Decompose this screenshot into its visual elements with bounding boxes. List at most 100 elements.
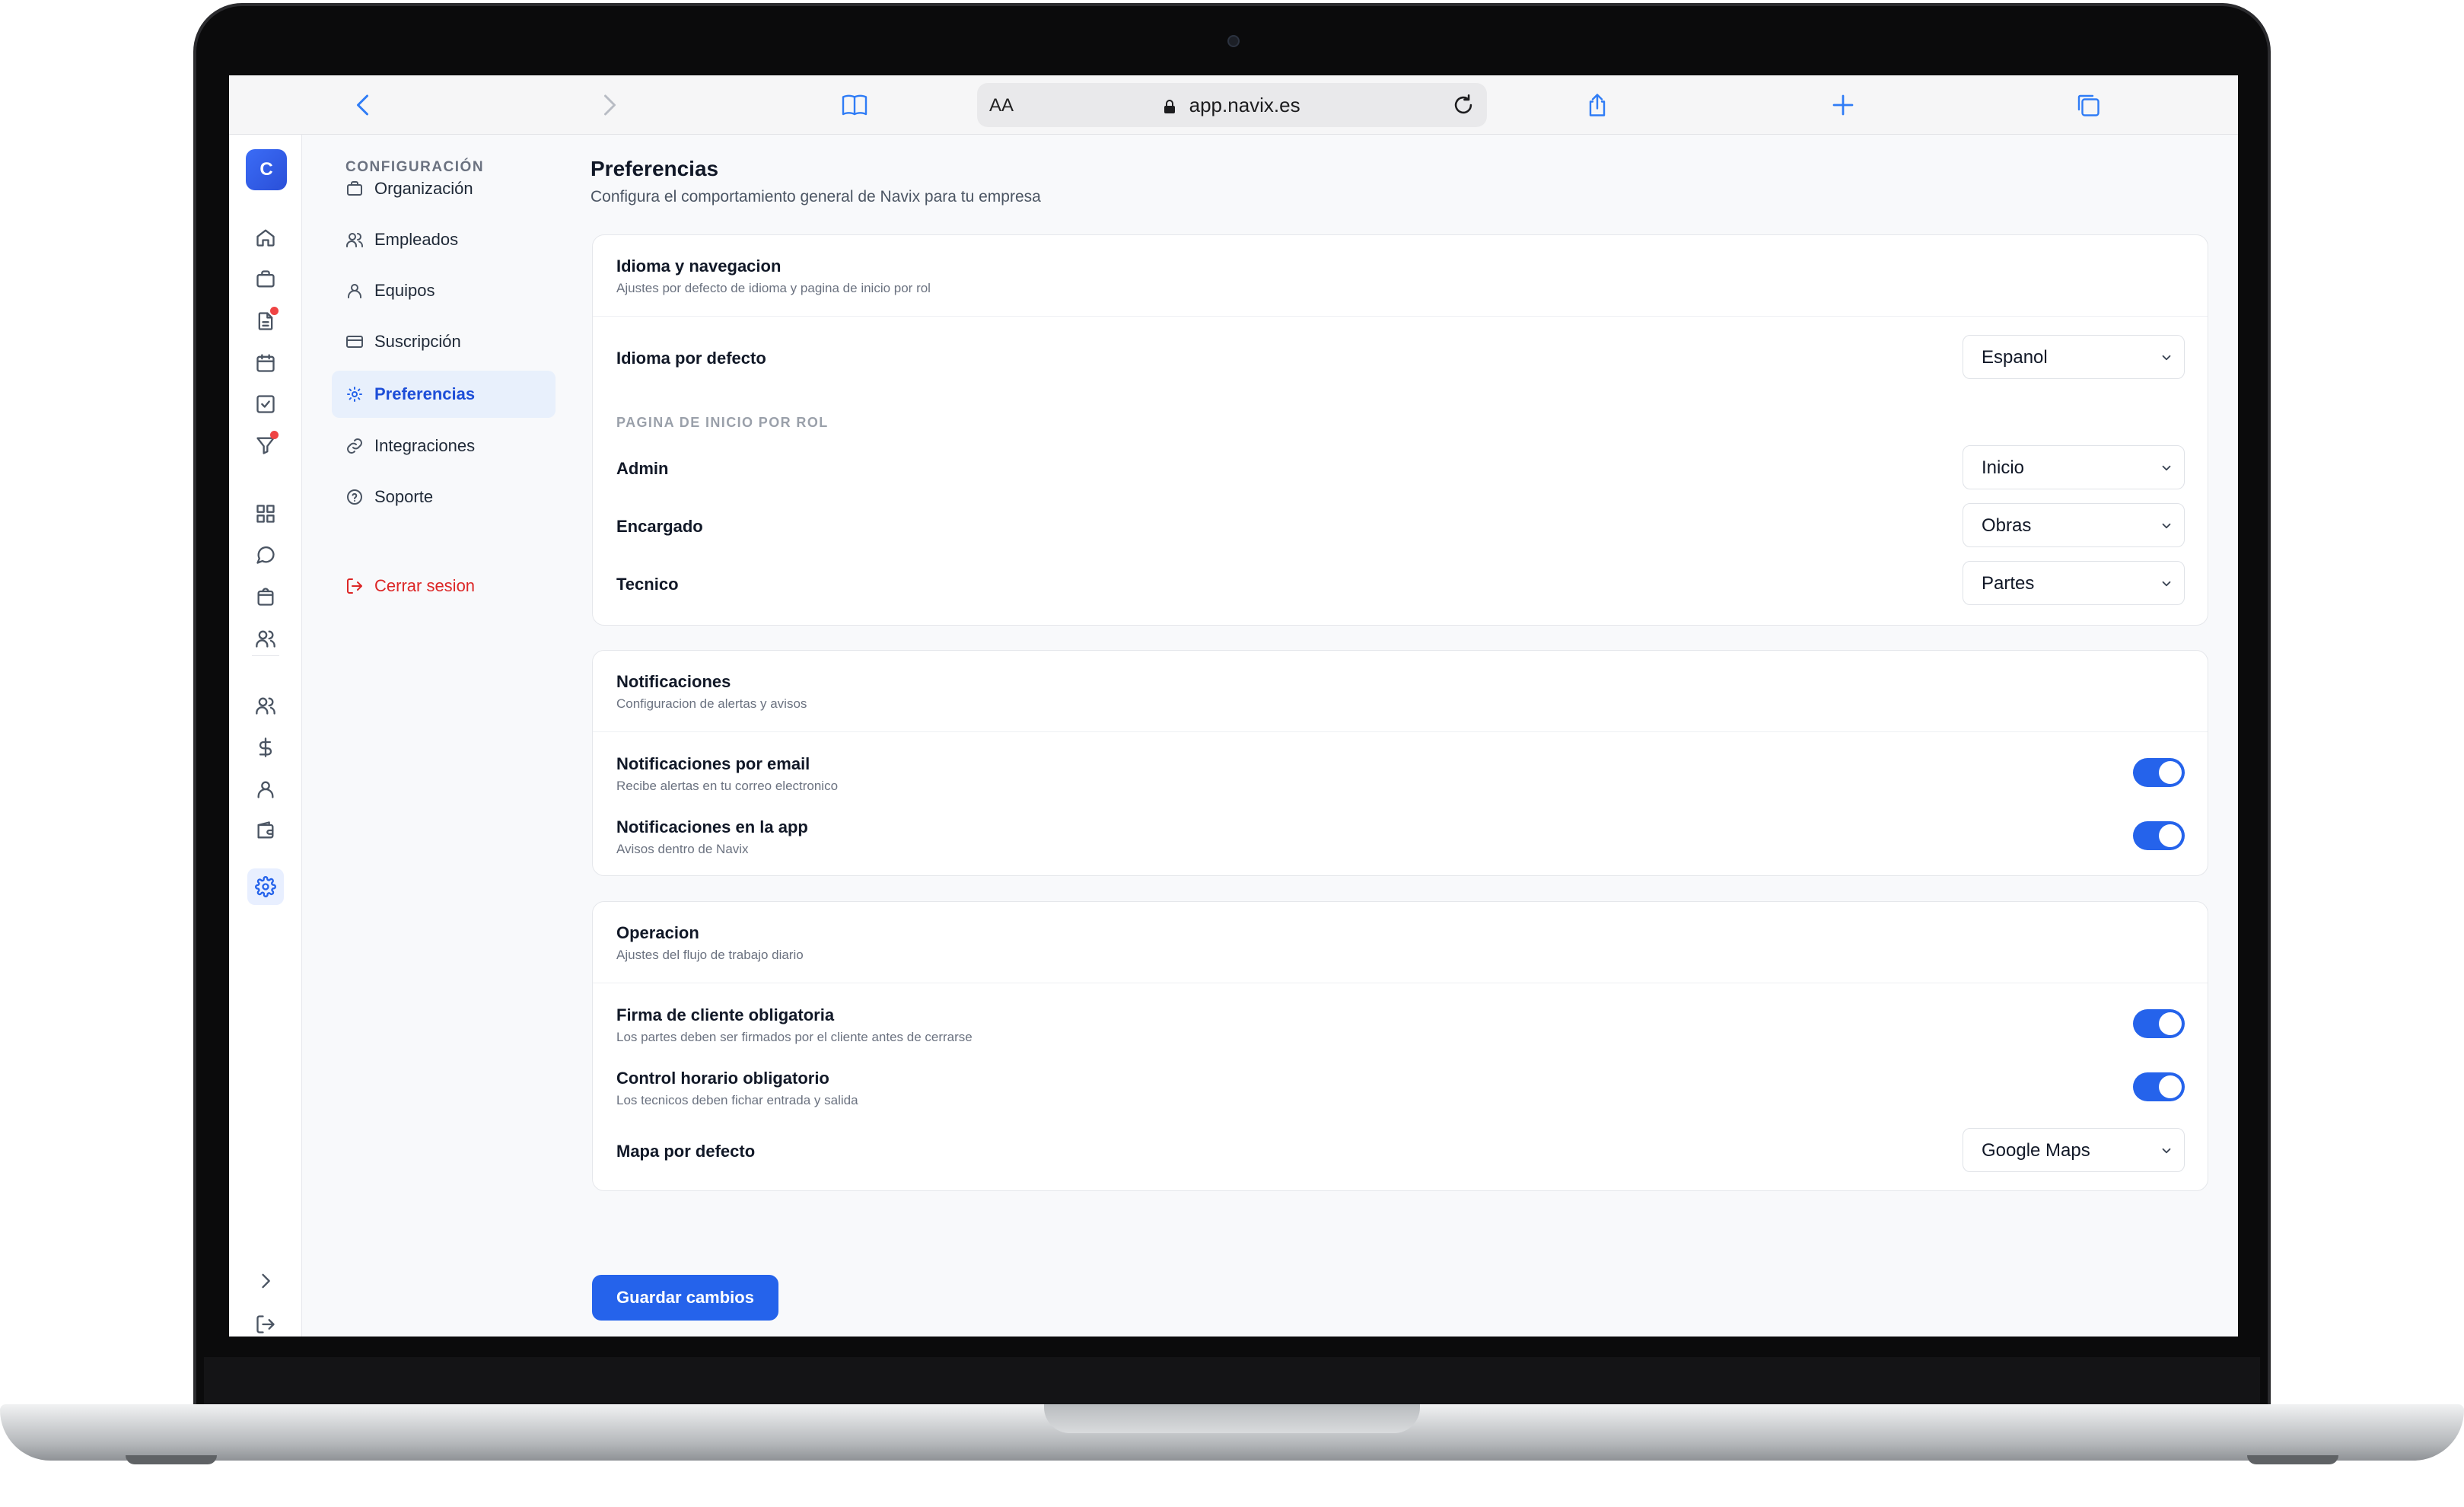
role-label-encargado: Encargado [616, 517, 703, 536]
chevron-right-icon [604, 94, 616, 116]
rail-works[interactable] [247, 261, 284, 298]
card-title: Notificaciones [616, 672, 731, 691]
tabs-icon [2077, 94, 2099, 116]
select-value: Obras [1982, 515, 2032, 536]
card-title: Operacion [616, 923, 699, 942]
save-changes-button[interactable]: Guardar cambios [592, 1275, 778, 1321]
rail-store[interactable] [247, 578, 284, 615]
logout-link[interactable]: Cerrar sesion [332, 562, 556, 610]
rail-clients[interactable] [247, 620, 284, 657]
expand-sidebar-button[interactable] [247, 1263, 284, 1299]
sun-icon [347, 387, 362, 402]
default-language-label: Idioma por defecto [616, 349, 766, 368]
rail-profile[interactable] [247, 771, 284, 808]
toggle-knob [2159, 1012, 2182, 1035]
role-home-select-encargado[interactable]: Obras [1963, 503, 2185, 547]
default-language-select[interactable]: Espanol [1963, 335, 2185, 379]
default-map-select[interactable]: Google Maps [1963, 1128, 2185, 1172]
role-home-select-tecnico[interactable]: Partes [1963, 561, 2185, 605]
time-control-toggle[interactable] [2133, 1072, 2185, 1101]
settings-nav-item-suscripcion[interactable]: Suscripción [332, 318, 556, 365]
icon-rail: C [229, 135, 302, 1337]
rail-reports[interactable] [247, 303, 284, 339]
forward-button[interactable] [590, 86, 628, 124]
camera [1227, 35, 1240, 47]
share-icon [1589, 94, 1606, 116]
select-value: Espanol [1982, 347, 2048, 368]
shopping-bag-icon [257, 588, 274, 606]
users-icon [256, 697, 275, 715]
settings-nav-item-empleados[interactable]: Empleados [332, 216, 556, 263]
rail-dashboard[interactable] [247, 495, 284, 532]
rail-messages[interactable] [247, 537, 284, 573]
browser-toolbar: AA app.navix.es [229, 75, 2238, 135]
chevron-down-icon [2162, 465, 2171, 471]
users-icon [256, 630, 275, 648]
card-description: Ajustes por defecto de idioma y pagina d… [616, 281, 931, 295]
role-label-tecnico: Tecnico [616, 575, 679, 594]
address-bar[interactable]: AA app.navix.es [977, 83, 1487, 127]
new-tab-button[interactable] [1824, 86, 1862, 124]
chevron-down-icon [2162, 355, 2171, 361]
notifications-card: Notificaciones Configuracion de alertas … [592, 650, 2208, 876]
gear-icon [255, 876, 276, 897]
role-home-select-admin[interactable]: Inicio [1963, 445, 2185, 489]
users-icon [346, 233, 363, 247]
book-icon [842, 94, 867, 116]
link-icon [347, 438, 362, 454]
briefcase-icon [347, 181, 362, 196]
rail-tasks[interactable] [247, 386, 284, 422]
rail-calendar[interactable] [247, 345, 284, 381]
rail-billing[interactable] [247, 729, 284, 766]
rail-filters[interactable] [247, 427, 284, 464]
operation-card: Operacion Ajustes del flujo de trabajo d… [592, 901, 2208, 1191]
settings-nav-item-preferencias[interactable]: Preferencias [332, 371, 556, 418]
setting-label: Notificaciones por email [616, 754, 810, 773]
toggle-knob [2159, 761, 2182, 784]
select-value: Inicio [1982, 457, 2025, 478]
screen: AA app.navix.es C CONFIGURACIÓN Organiza… [229, 75, 2238, 1337]
back-button[interactable] [345, 86, 383, 124]
notification-dot [270, 431, 279, 439]
email-notifications-toggle[interactable] [2133, 758, 2185, 787]
bookmarks-button[interactable] [836, 86, 874, 124]
page-title: Preferencias [591, 157, 719, 180]
settings-nav-label: Integraciones [374, 436, 476, 455]
setting-description: Avisos dentro de Navix [616, 842, 749, 856]
settings-nav-label: Preferencias [374, 384, 476, 403]
logout-label: Cerrar sesion [374, 576, 476, 595]
laptop-foot-right [2247, 1455, 2338, 1464]
rail-team[interactable] [247, 687, 284, 724]
settings-nav-item-organizacion[interactable]: Organización [332, 165, 556, 212]
setting-label: Firma de cliente obligatoria [616, 1005, 835, 1024]
share-button[interactable] [1578, 86, 1616, 124]
calendar-icon [256, 354, 275, 372]
user-icon [348, 284, 361, 298]
settings-nav-item-soporte[interactable]: Soporte [332, 473, 556, 521]
settings-nav-label: Empleados [374, 230, 459, 249]
rail-divider [252, 655, 279, 656]
rail-wallet[interactable] [247, 812, 284, 849]
section-label: PAGINA DE INICIO POR ROL [616, 415, 829, 430]
company-avatar[interactable]: C [246, 149, 287, 190]
laptop-bezel-bottom [204, 1357, 2260, 1404]
settings-nav-label: Suscripción [374, 332, 461, 351]
setting-description: Recibe alertas en tu correo electronico [616, 779, 839, 793]
settings-nav: CONFIGURACIÓN Organización Empleados Equ… [303, 135, 562, 1337]
settings-nav-item-integraciones[interactable]: Integraciones [332, 422, 556, 470]
tabs-overview-button[interactable] [2069, 86, 2107, 124]
url-text: app.navix.es [1189, 94, 1300, 116]
message-circle-icon [256, 546, 275, 564]
rail-settings[interactable] [247, 868, 284, 905]
rail-logout-button[interactable] [247, 1306, 284, 1337]
app-notifications-toggle[interactable] [2133, 821, 2185, 850]
setting-description: Los partes deben ser firmados por el cli… [616, 1030, 973, 1044]
user-icon [257, 781, 274, 798]
rail-home[interactable] [247, 219, 284, 256]
credit-card-icon [346, 336, 363, 348]
client-signature-toggle[interactable] [2133, 1009, 2185, 1038]
laptop-foot-left [126, 1455, 217, 1464]
settings-nav-item-equipos[interactable]: Equipos [332, 267, 556, 314]
dollar-sign-icon [259, 738, 272, 757]
reload-icon[interactable] [1450, 92, 1476, 118]
